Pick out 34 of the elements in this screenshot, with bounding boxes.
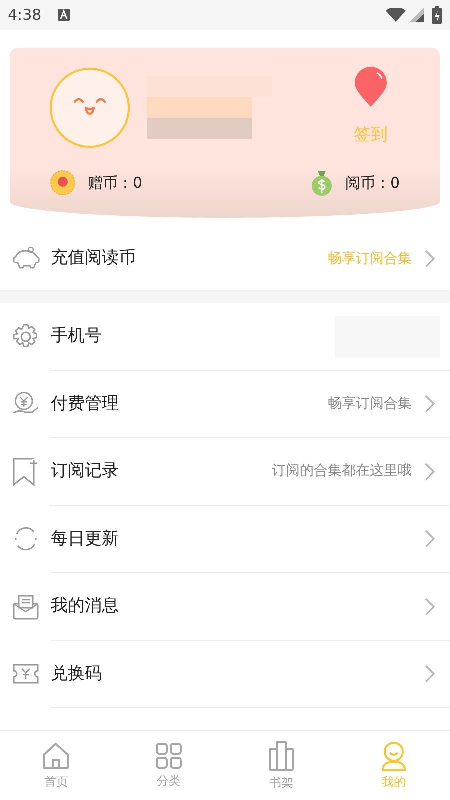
coin-balance: 赠币：0 bbox=[88, 172, 143, 194]
piggy-bank-icon bbox=[12, 247, 40, 271]
status-time: 4:38 bbox=[8, 4, 42, 26]
row-note: 订阅的合集都在这里哦 bbox=[272, 462, 412, 482]
row-label[interactable]: 订阅记录 bbox=[51, 459, 272, 484]
books-icon bbox=[267, 740, 296, 772]
coin-icon bbox=[50, 170, 76, 196]
ticket-icon bbox=[12, 662, 40, 686]
row-label[interactable]: 兑换码 bbox=[51, 662, 424, 687]
chevron-right-icon bbox=[424, 394, 436, 414]
row-label[interactable]: 付费管理 bbox=[51, 392, 328, 417]
battery-icon bbox=[432, 6, 442, 24]
bookmark-plus-icon bbox=[12, 456, 40, 487]
row-label[interactable]: 我的消息 bbox=[51, 594, 424, 620]
chevron-right-icon bbox=[424, 664, 436, 684]
chevron-right-icon bbox=[424, 462, 436, 482]
refresh-icon bbox=[12, 525, 40, 554]
row-note: 畅享订阅合集 bbox=[328, 394, 412, 414]
row-label[interactable]: 手机号 bbox=[51, 324, 335, 350]
wifi-icon bbox=[386, 8, 406, 22]
grid-icon bbox=[154, 742, 183, 770]
chevron-right-icon bbox=[424, 596, 436, 617]
notification-icon bbox=[58, 9, 70, 21]
envelope-icon bbox=[12, 592, 40, 621]
row-label[interactable]: 每日更新 bbox=[51, 526, 424, 552]
row-note: 畅享订阅合集 bbox=[328, 250, 412, 268]
chevron-right-icon bbox=[424, 249, 436, 269]
home-icon bbox=[41, 740, 72, 770]
money-bag-icon bbox=[311, 170, 334, 196]
chevron-right-icon bbox=[424, 529, 436, 550]
balloon-icon bbox=[354, 67, 388, 109]
coin-balance: 阅币：0 bbox=[345, 172, 400, 194]
signal-icon bbox=[410, 8, 424, 22]
row-label[interactable]: 充值阅读币 bbox=[51, 246, 328, 272]
